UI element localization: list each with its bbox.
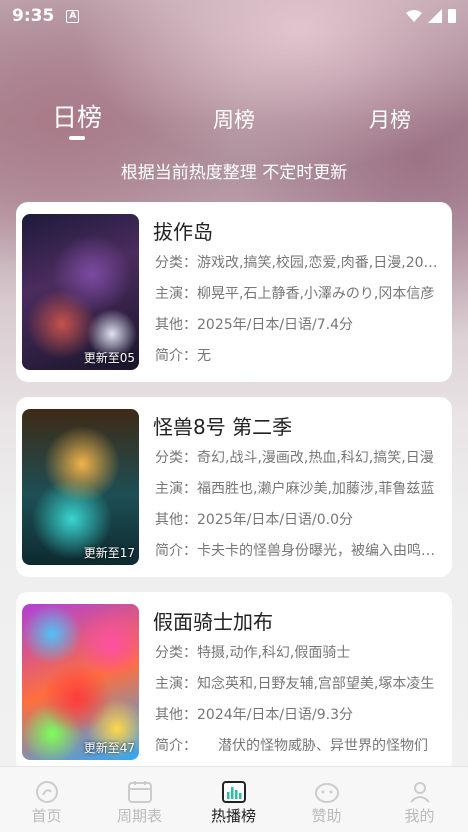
list-item[interactable]: 更新至05 拔作岛 分类：游戏改,搞笑,校园,恋爱,肉番,日漫,2025年 主演…	[16, 202, 452, 382]
notification-icon: A	[66, 9, 80, 23]
status-bar: 9:35 A	[0, 0, 468, 32]
item-other: 其他：2024年/日本/日语/9.3分	[155, 707, 354, 723]
item-intro: 简介： 潜伏的怪物威胁、异世界的怪物们	[155, 738, 428, 754]
item-intro: 简介：无	[155, 348, 211, 364]
poster-image: 更新至47	[22, 604, 139, 760]
battery-icon	[448, 9, 456, 23]
item-cast: 主演：柳晃平,石上静香,小澤みのり,冈本信彦	[155, 286, 435, 302]
wifi-icon	[406, 10, 422, 22]
item-category: 分类：奇幻,战斗,漫画改,热血,科幻,搞笑,日漫	[155, 450, 434, 466]
signal-icon	[428, 9, 442, 23]
home-icon	[36, 781, 58, 803]
chart-icon	[222, 781, 246, 803]
calendar-icon	[128, 781, 152, 803]
poster-image: 更新至05	[22, 214, 139, 370]
item-title: 假面骑士加布	[153, 610, 273, 634]
poster-image: 更新至17	[22, 409, 139, 565]
profile-icon	[410, 782, 430, 803]
item-title: 怪兽8号 第二季	[153, 415, 293, 439]
item-other: 其他：2025年/日本/日语/7.4分	[155, 317, 354, 333]
nav-support[interactable]: 赞助	[280, 767, 373, 832]
nav-hot-ranking[interactable]: 热播榜	[187, 767, 280, 832]
nav-profile[interactable]: 我的	[373, 767, 466, 832]
item-category: 分类：特摄,动作,科幻,假面骑士	[155, 645, 351, 661]
bottom-navigation: 首页 周期表 热播榜 赞助 我的	[0, 766, 468, 832]
episode-badge: 更新至17	[83, 546, 135, 560]
item-category: 分类：游戏改,搞笑,校园,恋爱,肉番,日漫,2025年	[155, 255, 445, 271]
episode-badge: 更新至05	[83, 351, 135, 365]
status-icons	[406, 9, 456, 23]
nav-schedule[interactable]: 周期表	[93, 767, 186, 832]
nav-label: 热播榜	[210, 807, 256, 825]
ranking-subtitle: 根据当前热度整理 不定时更新	[120, 163, 348, 183]
tab-weekly[interactable]: 周榜	[189, 104, 279, 134]
ranking-tabs: 日榜 周榜 月榜	[0, 96, 468, 146]
list-item[interactable]: 更新至17 怪兽8号 第二季 分类：奇幻,战斗,漫画改,热血,科幻,搞笑,日漫 …	[16, 397, 452, 577]
status-time: 9:35	[12, 6, 55, 26]
item-title: 拔作岛	[153, 220, 213, 244]
list-item[interactable]: 更新至47 假面骑士加布 分类：特摄,动作,科幻,假面骑士 主演：知念英和,日野…	[16, 592, 452, 772]
item-intro: 简介：卡夫卡的怪兽身份曝光，被编入由鸣海率领的部队	[155, 543, 445, 559]
nav-label: 首页	[31, 807, 62, 825]
tab-daily[interactable]: 日榜	[32, 98, 122, 134]
support-icon	[315, 783, 339, 803]
nav-home[interactable]: 首页	[0, 767, 93, 832]
episode-badge: 更新至47	[83, 741, 135, 755]
nav-label: 赞助	[311, 807, 342, 825]
item-cast: 主演：福西胜也,濑户麻沙美,加藤涉,菲鲁兹蓝	[155, 481, 435, 497]
tab-monthly[interactable]: 月榜	[345, 104, 435, 134]
item-other: 其他：2025年/日本/日语/0.0分	[155, 512, 354, 528]
nav-label: 周期表	[116, 807, 162, 825]
item-cast: 主演：知念英和,日野友辅,宫部望美,塚本凌生	[155, 676, 435, 692]
nav-label: 我的	[404, 807, 435, 825]
tab-indicator	[69, 136, 85, 140]
